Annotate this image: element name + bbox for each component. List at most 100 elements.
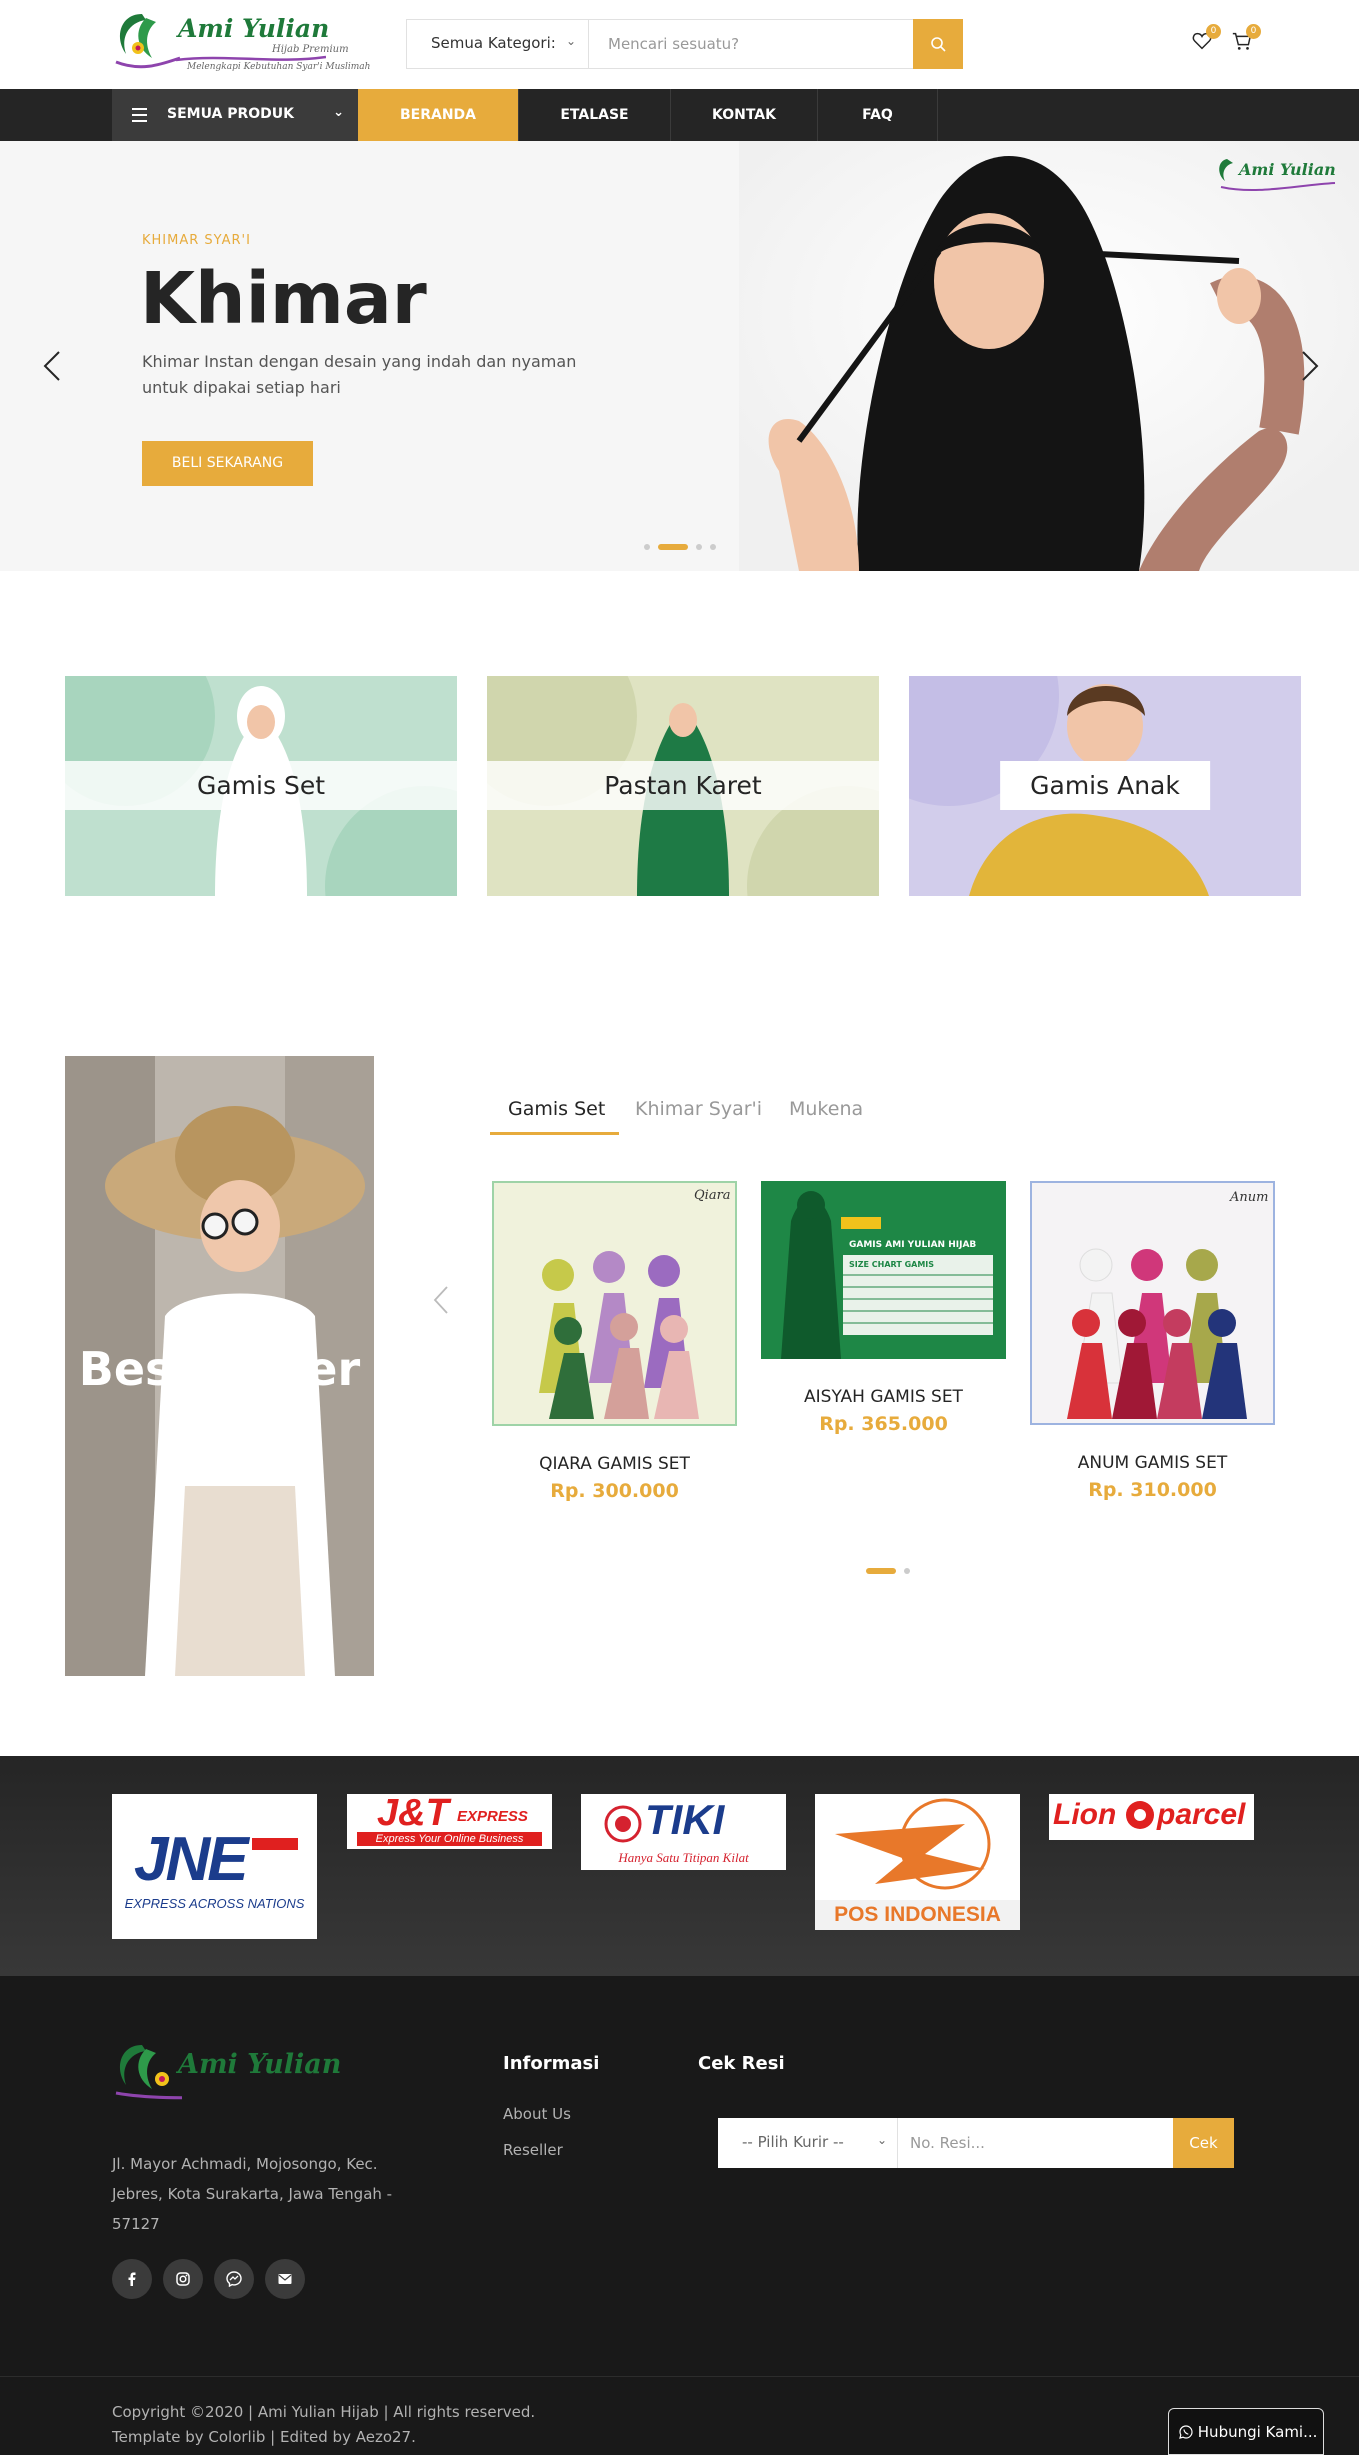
site-footer: Ami Yulian Jl. Mayor Achmadi, Mojosongo,… bbox=[0, 1976, 1359, 2455]
instagram-icon bbox=[176, 2272, 190, 2286]
courier-name: J&T bbox=[377, 1794, 449, 1834]
product-card[interactable]: Anum ANUM GAMIS SET Rp. 310.000 bbox=[1030, 1181, 1275, 1501]
courier-logo-jnt: J&T EXPRESS Express Your Online Business bbox=[347, 1794, 552, 1849]
hero-slider: Ami Yulian KHIMAR SYAR'I Khimar Khimar I… bbox=[0, 141, 1359, 571]
courier-logo-tiki: TIKI Hanya Satu Titipan Kilat bbox=[581, 1794, 786, 1870]
courier-name-suffix: parcel bbox=[1157, 1798, 1246, 1831]
banner-pastan-karet[interactable]: Pastan Karet bbox=[487, 676, 879, 896]
product-image: Qiara bbox=[492, 1181, 737, 1426]
slide-dot[interactable] bbox=[644, 544, 650, 550]
prev-slide-arrow-icon[interactable] bbox=[42, 349, 62, 389]
product-name: QIARA GAMIS SET bbox=[539, 1454, 690, 1474]
facebook-icon bbox=[128, 2272, 136, 2286]
courier-name-suffix: EXPRESS bbox=[457, 1808, 528, 1825]
credit-line: Template by Colorlib | Edited by Aezo27. bbox=[112, 2428, 416, 2446]
tab-gamis-set[interactable]: Gamis Set bbox=[508, 1098, 605, 1120]
hero-model-image: Ami Yulian bbox=[739, 141, 1359, 571]
footer-link-about-us[interactable]: About Us bbox=[503, 2105, 571, 2123]
logo-text: Ami Yulian bbox=[178, 14, 330, 43]
product-card[interactable]: GAMIS AMI YULIAN HIJAB SIZE CHART GAMIS … bbox=[761, 1181, 1006, 1435]
instagram-link[interactable] bbox=[163, 2259, 203, 2299]
courier-tagline: Express Your Online Business bbox=[357, 1832, 542, 1846]
svg-text:Ami Yulian: Ami Yulian bbox=[1237, 160, 1336, 179]
active-tab-indicator bbox=[490, 1132, 619, 1135]
courier-select-label: -- Pilih Kurir -- bbox=[742, 2133, 844, 2151]
courier-name: Lion bbox=[1053, 1798, 1117, 1831]
chevron-down-icon: ⌄ bbox=[876, 2133, 887, 2147]
check-tracking-button[interactable]: Cek bbox=[1173, 2118, 1234, 2168]
contact-us-label: Hubungi Kami... bbox=[1197, 2423, 1318, 2441]
facebook-link[interactable] bbox=[112, 2259, 152, 2299]
footer-resi-heading: Cek Resi bbox=[698, 2053, 785, 2074]
contact-us-button[interactable]: Hubungi Kami... bbox=[1168, 2408, 1324, 2455]
logo-tagline: Melengkapi Kebutuhan Syar'i Muslimah bbox=[187, 62, 371, 72]
copyright-line: Copyright ©2020 | Ami Yulian Hijab | All… bbox=[112, 2403, 536, 2421]
product-card[interactable]: Qiara QIARA GAMIS SET Rp. 300.000 bbox=[492, 1181, 737, 1502]
carousel-dot[interactable] bbox=[904, 1568, 910, 1574]
product-price: Rp. 310.000 bbox=[1088, 1479, 1217, 1501]
product-price: Rp. 365.000 bbox=[819, 1413, 948, 1435]
next-slide-arrow-icon[interactable] bbox=[1300, 349, 1320, 389]
footer-info-heading: Informasi bbox=[503, 2053, 600, 2074]
cart-button[interactable]: 0 bbox=[1231, 24, 1261, 54]
nav-item-faq[interactable]: FAQ bbox=[818, 89, 938, 141]
whatsapp-icon bbox=[1179, 2425, 1193, 2439]
messenger-link[interactable] bbox=[214, 2259, 254, 2299]
product-image: GAMIS AMI YULIAN HIJAB SIZE CHART GAMIS bbox=[761, 1181, 1006, 1359]
tab-mukena[interactable]: Mukena bbox=[789, 1098, 863, 1120]
hero-slide-dots bbox=[644, 544, 716, 550]
footer-divider bbox=[0, 2376, 1359, 2377]
banner-label: Pastan Karet bbox=[487, 761, 879, 810]
courier-name: TIKI bbox=[645, 1796, 725, 1843]
main-nav: SEMUA PRODUK ⌄ BERANDA ETALASE KONTAK FA… bbox=[0, 89, 1359, 141]
search-button[interactable] bbox=[913, 19, 963, 69]
product-price: Rp. 300.000 bbox=[550, 1480, 679, 1502]
banner-gamis-set[interactable]: Gamis Set bbox=[65, 676, 457, 896]
shop-now-button[interactable]: BELI SEKARANG bbox=[142, 441, 313, 486]
banner-label: Gamis Anak bbox=[1000, 761, 1210, 810]
chevron-down-icon: ⌄ bbox=[565, 34, 576, 48]
nav-item-beranda[interactable]: BERANDA bbox=[358, 89, 519, 141]
slide-dot[interactable] bbox=[710, 544, 716, 550]
messenger-icon bbox=[226, 2271, 242, 2287]
banner-gamis-anak[interactable]: Gamis Anak bbox=[909, 676, 1301, 896]
tab-khimar-syari[interactable]: Khimar Syar'i bbox=[635, 1098, 762, 1120]
copyright-text: Copyright ©2020 | Ami Yulian Hijab | All… bbox=[112, 2400, 535, 2450]
product-name: ANUM GAMIS SET bbox=[1077, 1453, 1228, 1473]
site-logo[interactable]: Ami Yulian Hijab Premium Melengkapi Kebu… bbox=[112, 8, 370, 80]
best-seller-banner[interactable]: Best Seller Lihat Lainnya bbox=[65, 1056, 374, 1676]
category-select[interactable]: Semua Kategori: ⌄ bbox=[407, 20, 589, 68]
courier-tagline: EXPRESS ACROSS NATIONS bbox=[124, 1896, 305, 1911]
product-image-label: Qiara bbox=[694, 1188, 731, 1203]
search-bar: Semua Kategori: ⌄ bbox=[406, 19, 963, 69]
all-products-label: SEMUA PRODUK bbox=[167, 106, 295, 122]
courier-logo-pos-indonesia: POS INDONESIA bbox=[815, 1794, 1020, 1930]
see-more-link[interactable]: Lihat Lainnya bbox=[161, 1418, 276, 1444]
nav-item-etalase[interactable]: ETALASE bbox=[519, 89, 671, 141]
email-link[interactable] bbox=[265, 2259, 305, 2299]
all-products-menu[interactable]: SEMUA PRODUK ⌄ bbox=[112, 89, 358, 141]
product-image-label: GAMIS AMI YULIAN HIJAB bbox=[849, 1240, 976, 1250]
prev-product-arrow-icon[interactable] bbox=[433, 1285, 449, 1319]
product-carousel-dots bbox=[866, 1568, 910, 1574]
wishlist-button[interactable]: 0 bbox=[1191, 24, 1221, 54]
courier-logo-jne: JNE EXPRESS ACROSS NATIONS bbox=[112, 1794, 317, 1939]
search-input[interactable] bbox=[590, 20, 915, 68]
courier-logos-section: JNE EXPRESS ACROSS NATIONS J&T EXPRESS E… bbox=[0, 1756, 1359, 1976]
cart-count-badge: 0 bbox=[1246, 24, 1261, 39]
slide-dot-active[interactable] bbox=[658, 544, 688, 550]
hero-kicker: KHIMAR SYAR'I bbox=[142, 233, 251, 248]
product-image-label: Anum bbox=[1229, 1190, 1268, 1205]
nav-item-kontak[interactable]: KONTAK bbox=[671, 89, 818, 141]
chevron-down-icon: ⌄ bbox=[333, 105, 344, 120]
hero-title: Khimar bbox=[140, 257, 427, 340]
carousel-dot-active[interactable] bbox=[866, 1568, 896, 1574]
best-seller-title: Best Seller bbox=[78, 1342, 361, 1396]
footer-logo[interactable]: Ami Yulian bbox=[112, 2039, 372, 2109]
category-select-label: Semua Kategori: bbox=[431, 34, 556, 52]
courier-select[interactable]: -- Pilih Kurir -- ⌄ bbox=[718, 2118, 898, 2168]
footer-link-reseller[interactable]: Reseller bbox=[503, 2141, 563, 2159]
tracking-number-input[interactable] bbox=[898, 2118, 1173, 2168]
slide-dot[interactable] bbox=[696, 544, 702, 550]
product-image: Anum bbox=[1030, 1181, 1275, 1425]
